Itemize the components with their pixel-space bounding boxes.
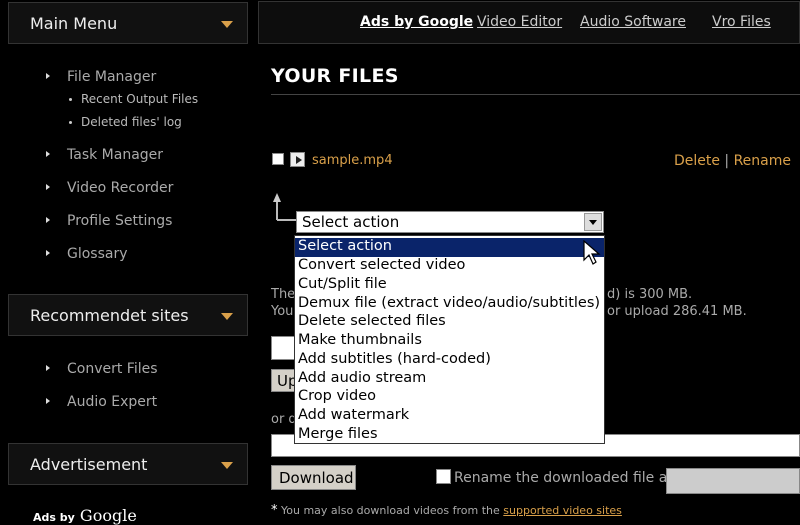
advertisement-title: Advertisement [30,455,148,474]
file-name-link[interactable]: sample.mp4 [312,153,393,168]
nav-link-audio-software[interactable]: Audio Software [580,14,686,30]
chevron-down-icon[interactable] [221,462,233,469]
chevron-down-icon[interactable] [221,21,233,28]
ads-by-text: Ads by [33,511,75,524]
chevron-down-icon[interactable] [221,313,233,320]
dropdown-option[interactable]: Select action [295,238,604,257]
rename-downloaded-input[interactable] [666,468,800,494]
supported-sites-link[interactable]: supported video sites [503,504,622,517]
action-select-value: Select action [302,213,400,231]
bullet-arrow-icon [46,73,50,79]
sidebar-subitem-recent-output[interactable]: Recent Output Files [69,92,199,106]
google-wordmark: Google [79,506,137,525]
dropdown-option[interactable]: Add subtitles (hard-coded) [295,351,604,370]
dropdown-option[interactable]: Make thumbnails [295,332,604,351]
or-download-text: or d [271,412,297,427]
action-dropdown-list: Select action Convert selected video Cut… [294,235,605,444]
sidebar-item-file-manager[interactable]: File Manager [46,69,157,85]
dropdown-option[interactable]: Cut/Split file [295,276,604,295]
bullet-dot-icon [69,98,72,101]
sidebar-item-profile-settings[interactable]: Profile Settings [46,213,173,229]
file-actions: Delete | Rename [674,153,791,169]
recommended-sites-title: Recommendet sites [30,306,189,325]
download-button-label: Download [279,469,354,487]
mouse-cursor-icon [583,240,601,265]
rename-downloaded-checkbox[interactable] [436,469,451,484]
dropdown-option[interactable]: Delete selected files [295,313,604,332]
quota-info-right-2: or upload 286.41 MB. [607,304,747,319]
nav-link-vro-files[interactable]: Vro Files [712,14,771,30]
quota-info-left-1: The [271,287,296,302]
dropdown-option[interactable]: Merge files [295,426,604,445]
download-button[interactable]: Download [271,465,356,490]
page-title: YOUR FILES [271,65,399,87]
ads-by-google-logo[interactable]: Ads by Google [33,506,137,525]
sidebar-item-label: File Manager [67,69,157,85]
bullet-arrow-icon [46,250,50,256]
main-menu-header[interactable]: Main Menu [8,2,248,44]
dropdown-option[interactable]: Add audio stream [295,370,604,389]
sidebar-subitem-label: Recent Output Files [81,92,199,106]
bullet-arrow-icon [46,398,50,404]
bullet-dot-icon [69,121,72,124]
sidebar-item-label: Glossary [67,246,128,262]
dropdown-option[interactable]: Add watermark [295,407,604,426]
dropdown-arrow-icon[interactable] [584,213,602,231]
nav-link-video-editor[interactable]: Video Editor [477,14,562,30]
dropdown-option[interactable]: Demux file (extract video/audio/subtitle… [295,295,604,314]
sidebar-item-label: Profile Settings [67,213,173,229]
dropdown-option[interactable]: Crop video [295,388,604,407]
advertisement-header[interactable]: Advertisement [8,443,248,485]
footnote-text: You may also download videos from the [281,504,500,517]
top-nav-bar: Ads by Google Video Editor Audio Softwar… [258,1,800,44]
delete-link[interactable]: Delete [674,153,720,169]
recommended-sites-header[interactable]: Recommendet sites [8,294,248,336]
quota-info-right-1: d) is 300 MB. [607,287,693,302]
rename-link[interactable]: Rename [734,153,791,169]
bullet-arrow-icon [46,365,50,371]
bullet-arrow-icon [46,184,50,190]
sidebar-item-video-recorder[interactable]: Video Recorder [46,180,174,196]
sidebar-item-label: Video Recorder [67,180,174,196]
sidebar-subitem-label: Deleted files' log [81,115,182,129]
recommended-item-convert-files[interactable]: Convert Files [46,361,158,377]
sidebar-item-label: Task Manager [67,147,164,163]
file-select-checkbox[interactable] [272,153,284,165]
footnote: * You may also download videos from the … [271,503,622,518]
sidebar-item-glossary[interactable]: Glossary [46,246,128,262]
play-icon[interactable] [290,152,305,167]
ads-by-google-link[interactable]: Ads by Google [360,14,473,30]
title-divider [271,94,800,95]
bullet-arrow-icon [46,151,50,157]
main-menu-title: Main Menu [30,14,118,33]
recommended-item-audio-expert[interactable]: Audio Expert [46,394,158,410]
dropdown-option[interactable]: Convert selected video [295,257,604,276]
rename-downloaded-label: Rename the downloaded file as [454,470,675,486]
recommended-item-label: Audio Expert [67,394,158,410]
actions-separator: | [724,153,730,169]
footnote-star: * [271,503,278,518]
quota-info-left-2: You [271,304,294,319]
recommended-item-label: Convert Files [67,361,158,377]
action-select[interactable]: Select action [296,211,604,233]
sidebar-subitem-deleted-log[interactable]: Deleted files' log [69,115,182,129]
bullet-arrow-icon [46,217,50,223]
sidebar-item-task-manager[interactable]: Task Manager [46,147,164,163]
